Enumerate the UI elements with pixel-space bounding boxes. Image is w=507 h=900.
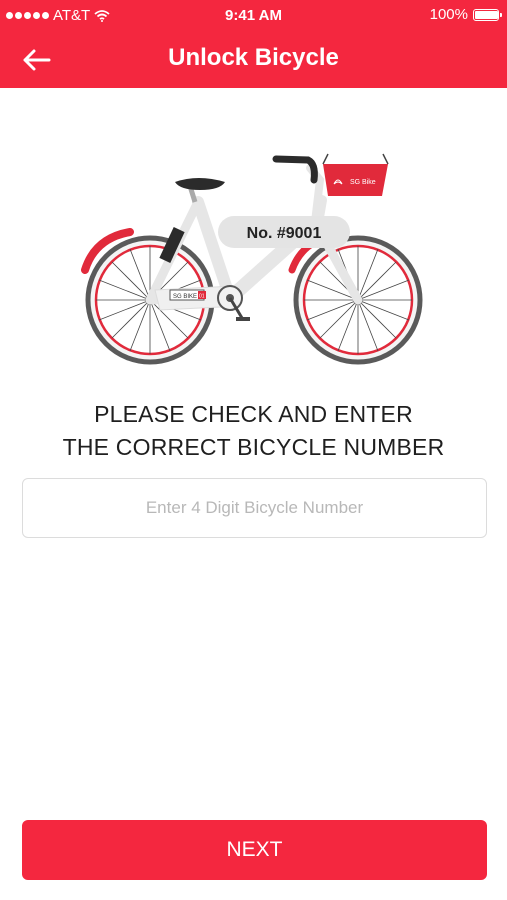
plate-number-text: No. #9001 (247, 225, 322, 242)
instruction-line-2: THE CORRECT BICYCLE NUMBER (62, 434, 445, 460)
instruction-line-1: PLEASE CHECK AND ENTER (94, 401, 413, 427)
battery-percent: 100% (429, 6, 468, 23)
next-button[interactable]: NEXT (22, 820, 487, 880)
battery-icon (473, 8, 502, 21)
basket-text: SG Bike (350, 179, 376, 186)
instruction-text: PLEASE CHECK AND ENTER THE CORRECT BICYC… (0, 398, 507, 464)
bicycle-image: SG BIKE 01 SG Bike No. #9001 (81, 153, 423, 365)
frame-tag-text: SG BIKE (173, 294, 197, 300)
bicycle-illustration: SG BIKE 01 SG Bike No. #9001 (70, 140, 440, 370)
status-bar: AT&T 9:41 AM 100% (0, 0, 507, 32)
app-header: AT&T 9:41 AM 100% Unlock Bicycle (0, 0, 507, 88)
frame-tag-code: 01 (199, 294, 205, 300)
nav-bar: Unlock Bicycle (0, 32, 507, 88)
basket: SG Bike (322, 153, 389, 196)
page-title: Unlock Bicycle (168, 44, 339, 71)
status-right: 100% (429, 6, 502, 23)
battery-fill (475, 10, 498, 19)
bicycle-number-input[interactable] (22, 478, 487, 538)
